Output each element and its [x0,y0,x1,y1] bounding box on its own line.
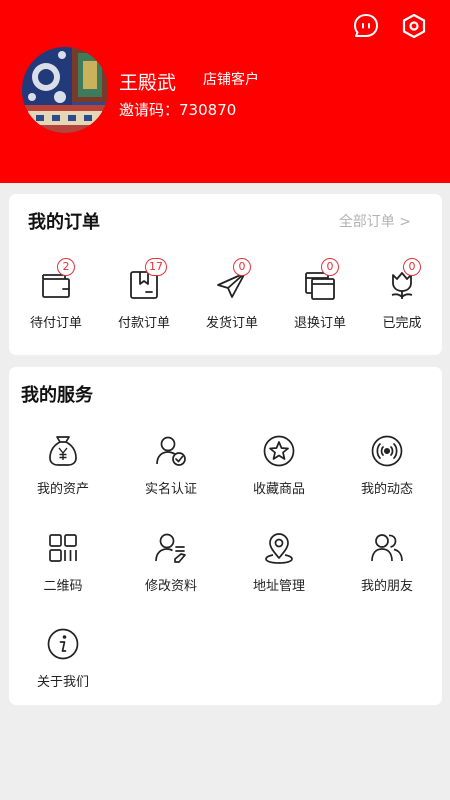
order-returns[interactable]: 0 退换订单 [280,257,360,337]
my-orders-card: 我的订单 全部订单 > 2 待付订单 17 付款订单 0 发货订单 0 退换订单… [9,194,442,355]
order-pending-payment[interactable]: 2 待付订单 [16,257,96,337]
my-services-card: 我的服务 我的资产 实名认证 收藏商品 我的动态 二维码 修改资料 地址管理 我… [9,367,442,705]
service-my-activity[interactable]: 我的动态 [333,434,441,514]
user-role-badge: 店铺客户 [203,72,259,88]
location-pin-icon [262,531,296,565]
money-bag-icon [46,434,80,468]
order-shipped[interactable]: 0 发货订单 [192,257,272,337]
service-favorites[interactable]: 收藏商品 [225,434,333,514]
broadcast-icon [370,434,404,468]
service-label: 我的动态 [360,482,413,497]
order-count-badge: 0 [321,258,339,276]
orders-title: 我的订单 [28,212,100,233]
service-label: 收藏商品 [252,482,305,497]
order-label: 待付订单 [29,316,82,331]
service-label: 关于我们 [36,675,89,690]
avatar[interactable] [22,47,108,133]
order-count-badge: 2 [57,258,75,276]
order-completed[interactable]: 0 已完成 [362,257,442,337]
service-about-us[interactable]: 关于我们 [9,627,117,707]
friends-icon [370,531,404,565]
order-count-badge: 0 [403,258,421,276]
order-count-badge: 17 [145,258,167,276]
order-label: 退换订单 [293,316,346,331]
invite-label: 邀请码： [119,101,180,119]
service-label: 我的朋友 [360,579,413,594]
service-my-assets[interactable]: 我的资产 [9,434,117,514]
qr-code-icon [46,531,80,565]
order-label: 已完成 [382,316,422,331]
service-real-name-auth[interactable]: 实名认证 [117,434,225,514]
service-label: 修改资料 [144,579,197,594]
invite-code: 邀请码：730870 [119,99,236,120]
service-label: 二维码 [43,579,83,594]
service-label: 地址管理 [252,579,305,594]
settings-gear-icon[interactable] [398,10,430,42]
order-label: 付款订单 [117,316,170,331]
service-qr-code[interactable]: 二维码 [9,531,117,611]
service-label: 我的资产 [36,482,89,497]
order-count-badge: 0 [233,258,251,276]
service-edit-profile[interactable]: 修改资料 [117,531,225,611]
service-my-friends[interactable]: 我的朋友 [333,531,441,611]
info-icon [46,627,80,661]
services-title: 我的服务 [21,385,93,406]
service-label: 实名认证 [144,482,197,497]
all-orders-link[interactable]: 全部订单 > [339,211,411,231]
profile-header: 王殿武 店铺客户 邀请码：730870 [0,0,450,183]
chat-bubble-icon[interactable] [350,10,382,42]
order-paid[interactable]: 17 付款订单 [104,257,184,337]
verified-user-icon [154,434,188,468]
star-circle-icon [262,434,296,468]
edit-profile-icon [154,531,188,565]
user-name: 王殿武 [119,72,177,94]
order-label: 发货订单 [205,316,258,331]
invite-code-value: 730870 [179,101,237,119]
service-address-manage[interactable]: 地址管理 [225,531,333,611]
